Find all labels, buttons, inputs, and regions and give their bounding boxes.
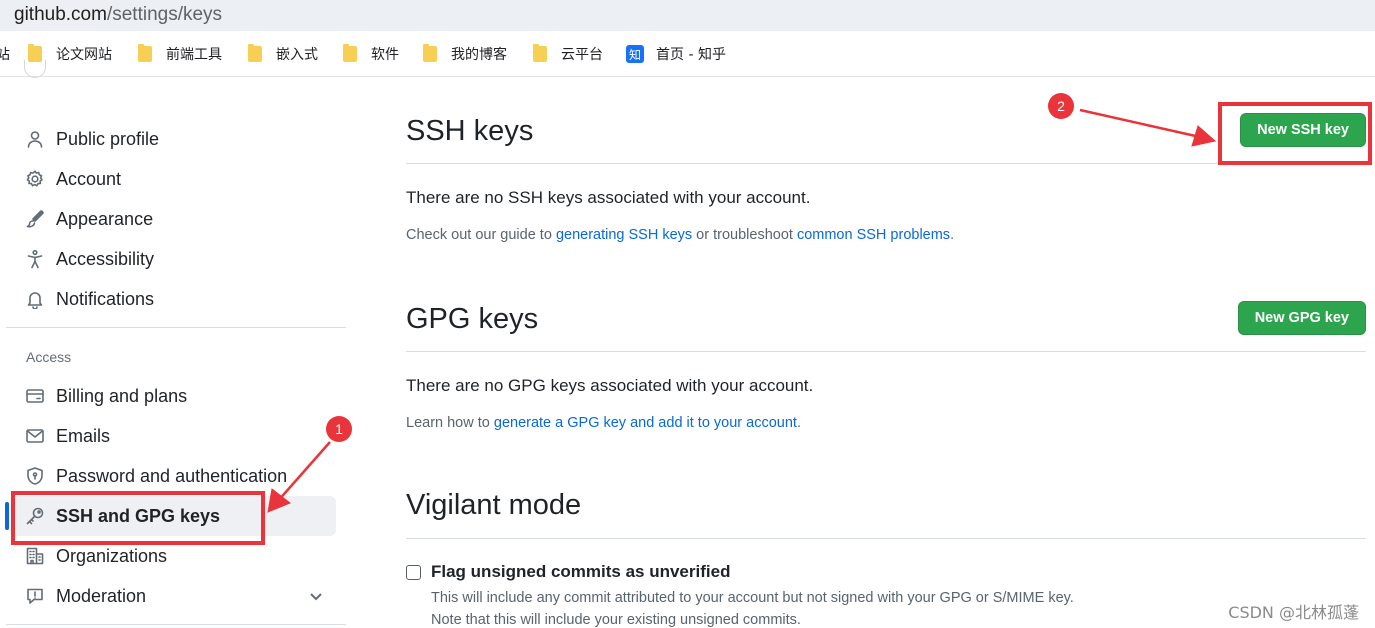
person-icon <box>24 128 46 150</box>
address-bar[interactable]: github.com/settings/keys <box>0 0 1375 31</box>
gpg-keys-heading: GPG keys <box>406 303 539 335</box>
bookmark-zhihu[interactable]: 知首页 - 知乎 <box>626 44 726 64</box>
bookmark-truncated[interactable]: 站 <box>0 44 10 64</box>
sidebar-item-account[interactable]: Account <box>10 159 336 199</box>
paintbrush-icon <box>24 208 46 230</box>
sidebar-item-public-profile[interactable]: Public profile <box>10 119 336 159</box>
folder-icon <box>533 44 547 62</box>
bookmark-software[interactable]: 软件 <box>343 44 399 64</box>
ssh-empty-message: There are no SSH keys associated with yo… <box>406 188 811 207</box>
watermark: CSDN @北林孤蓬 <box>1228 603 1359 622</box>
sidebar-item-emails[interactable]: Emails <box>10 416 336 456</box>
annotation-badge-2: 2 <box>1048 93 1074 119</box>
mail-icon <box>24 425 46 447</box>
flag-unsigned-label[interactable]: Flag unsigned commits as unverified <box>431 562 730 582</box>
bookmark-blog[interactable]: 我的博客 <box>423 44 507 64</box>
folder-icon <box>248 44 262 62</box>
sidebar-item-appearance[interactable]: Appearance <box>10 199 336 239</box>
annotation-box-ssh-nav <box>11 491 265 545</box>
common-ssh-problems-link[interactable]: common SSH problems <box>797 227 950 243</box>
sidebar-item-accessibility[interactable]: Accessibility <box>10 239 336 279</box>
sidebar-item-password[interactable]: Password and authentication <box>10 456 336 496</box>
bookmark-embedded[interactable]: 嵌入式 <box>248 44 318 64</box>
vigilant-note: Note that this will include your existin… <box>431 612 801 628</box>
ssh-help-text: Check out our guide to generating SSH ke… <box>406 227 955 243</box>
bookmarks-bar: 站 论文网站 前端工具 嵌入式 软件 我的博客 云平台 知首页 - 知乎 <box>0 31 1375 77</box>
sidebar-item-billing[interactable]: Billing and plans <box>10 376 336 416</box>
vigilant-divider <box>406 538 1366 539</box>
gear-icon <box>24 168 46 190</box>
gpg-empty-message: There are no GPG keys associated with yo… <box>406 376 814 395</box>
annotation-box-new-ssh <box>1218 102 1372 165</box>
generate-gpg-key-link[interactable]: generate a GPG key and add it to your ac… <box>494 415 797 431</box>
url-text[interactable]: github.com/settings/keys <box>14 4 222 26</box>
chevron-down-icon[interactable] <box>306 586 326 606</box>
bell-icon <box>24 288 46 310</box>
bookmark-cloud[interactable]: 云平台 <box>533 44 603 64</box>
sidebar-divider <box>6 624 346 625</box>
accessibility-icon <box>24 248 46 270</box>
bookmark-frontend-tools[interactable]: 前端工具 <box>138 44 222 64</box>
ssh-keys-heading: SSH keys <box>406 115 534 147</box>
folder-icon <box>423 44 437 62</box>
vigilant-description: This will include any commit attributed … <box>431 590 1074 606</box>
folder-icon <box>343 44 357 62</box>
report-icon <box>24 585 46 607</box>
sidebar-section-access: Access <box>26 349 72 365</box>
settings-sidebar: Public profile Account Appearance Access… <box>0 78 360 628</box>
annotation-badge-1: 1 <box>326 416 352 442</box>
shield-lock-icon <box>24 465 46 487</box>
sidebar-item-moderation[interactable]: Moderation <box>10 576 336 616</box>
gpg-divider <box>406 351 1366 352</box>
credit-card-icon <box>24 385 46 407</box>
organization-icon <box>24 545 46 567</box>
sidebar-item-notifications[interactable]: Notifications <box>10 279 336 319</box>
sidebar-divider <box>6 327 346 328</box>
zhihu-icon: 知 <box>626 45 644 63</box>
new-gpg-key-button[interactable]: New GPG key <box>1237 301 1366 335</box>
folder-icon <box>138 44 152 62</box>
gpg-help-text: Learn how to generate a GPG key and add … <box>406 415 801 431</box>
vigilant-mode-heading: Vigilant mode <box>406 489 582 521</box>
flag-unsigned-checkbox[interactable] <box>406 565 421 580</box>
generating-ssh-keys-link[interactable]: generating SSH keys <box>556 227 692 243</box>
